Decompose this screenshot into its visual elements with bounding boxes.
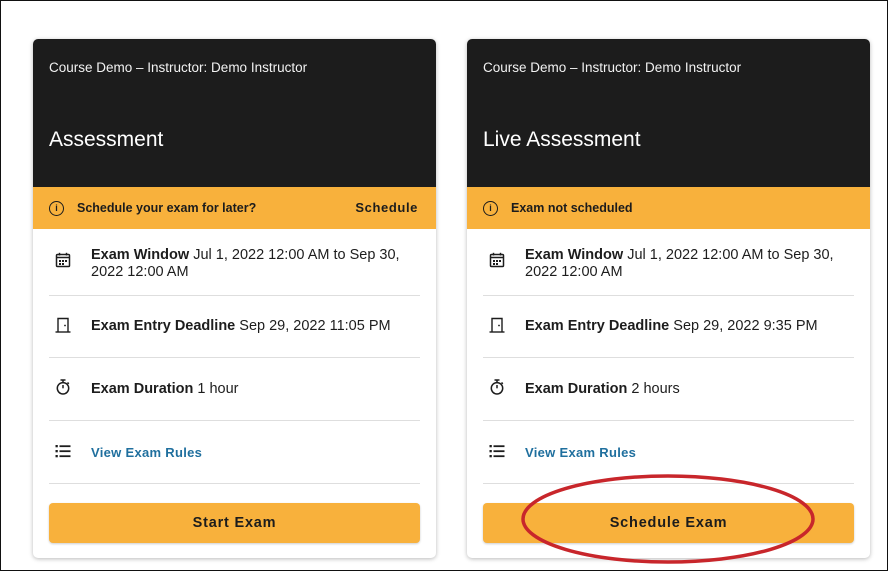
list-icon: [489, 445, 505, 458]
exam-duration-row: Exam Duration 2 hours: [483, 358, 854, 421]
view-exam-rules-link[interactable]: View Exam Rules: [91, 445, 202, 460]
card-title: Assessment: [49, 128, 164, 151]
door-entry-icon: [55, 317, 71, 333]
exam-duration-row: Exam Duration 1 hour: [49, 358, 420, 421]
exam-duration-value: 2 hours: [631, 381, 680, 397]
schedule-link[interactable]: Schedule: [355, 200, 418, 215]
card-header: Course Demo – Instructor: Demo Instructo…: [467, 39, 870, 187]
stopwatch-icon: [490, 379, 504, 395]
notice-banner: i Exam not scheduled: [467, 187, 870, 229]
notice-text: Schedule your exam for later?: [77, 201, 257, 215]
schedule-exam-button[interactable]: Schedule Exam: [483, 503, 854, 543]
door-entry-icon: [489, 317, 505, 333]
exam-rules-row: View Exam Rules: [483, 421, 854, 484]
view-exam-rules-link[interactable]: View Exam Rules: [525, 445, 636, 460]
exam-entry-deadline-row: Exam Entry Deadline Sep 29, 2022 11:05 P…: [49, 296, 420, 358]
list-icon: [55, 445, 71, 458]
course-instructor-line: Course Demo – Instructor: Demo Instructo…: [483, 60, 742, 75]
calendar-icon: [489, 252, 505, 268]
notice-banner: i Schedule your exam for later? Schedule: [33, 187, 436, 229]
exam-entry-deadline-value: Sep 29, 2022 11:05 PM: [239, 318, 391, 334]
exam-window-row: Exam Window Jul 1, 2022 12:00 AM to Sep …: [483, 229, 854, 296]
start-exam-button[interactable]: Start Exam: [49, 503, 420, 543]
card-title: Live Assessment: [483, 128, 641, 151]
exam-card-assessment: Course Demo – Instructor: Demo Instructo…: [33, 39, 436, 558]
exam-entry-deadline-value: Sep 29, 2022 9:35 PM: [673, 318, 818, 334]
exam-window-row: Exam Window Jul 1, 2022 12:00 AM to Sep …: [49, 229, 420, 296]
exam-card-live-assessment: Course Demo – Instructor: Demo Instructo…: [467, 39, 870, 558]
info-icon: i: [49, 200, 64, 216]
calendar-icon: [55, 252, 71, 268]
card-header: Course Demo – Instructor: Demo Instructo…: [33, 39, 436, 187]
exam-duration-value: 1 hour: [197, 381, 239, 397]
exam-entry-deadline-label: Exam Entry Deadline: [525, 318, 670, 334]
info-icon: i: [483, 200, 498, 216]
course-instructor-line: Course Demo – Instructor: Demo Instructo…: [49, 60, 308, 75]
exam-duration-label: Exam Duration: [91, 381, 194, 397]
exam-window-label: Exam Window: [91, 247, 190, 263]
exam-duration-label: Exam Duration: [525, 381, 628, 397]
exam-entry-deadline-row: Exam Entry Deadline Sep 29, 2022 9:35 PM: [483, 296, 854, 358]
screenshot-frame: Course Demo – Instructor: Demo Instructo…: [0, 0, 888, 571]
notice-text: Exam not scheduled: [511, 201, 633, 215]
exam-window-label: Exam Window: [525, 247, 624, 263]
exam-rules-row: View Exam Rules: [49, 421, 420, 484]
exam-entry-deadline-label: Exam Entry Deadline: [91, 318, 236, 334]
stopwatch-icon: [56, 379, 70, 395]
